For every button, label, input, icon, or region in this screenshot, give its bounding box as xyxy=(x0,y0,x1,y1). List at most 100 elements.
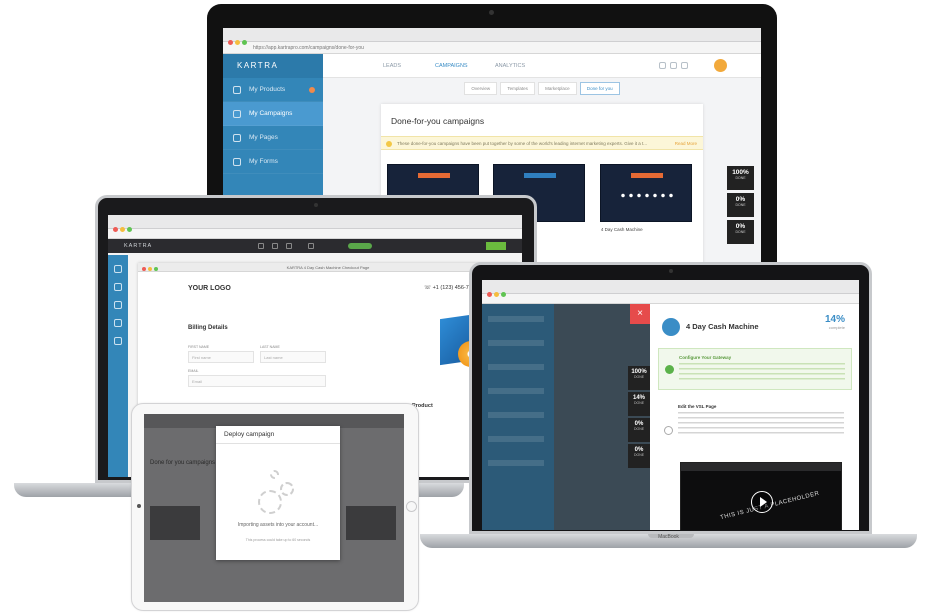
status-subtext: This process could take up to 60 seconds xyxy=(245,538,311,542)
gear-icon xyxy=(270,470,279,479)
image-icon[interactable] xyxy=(114,301,122,309)
tab-marketplace[interactable]: Marketplace xyxy=(538,82,577,95)
page-title: Done-for-you campaigns xyxy=(391,116,485,126)
sidebar-item-pages[interactable]: My Pages xyxy=(223,126,323,150)
settings-icon[interactable] xyxy=(659,62,666,69)
tag-icon xyxy=(233,86,241,94)
tab-done-for-you[interactable]: Done for you xyxy=(579,82,620,95)
step-configure-gateway[interactable]: Configure Your Gateway xyxy=(658,348,852,390)
avatar[interactable] xyxy=(714,59,727,72)
close-dot[interactable] xyxy=(113,227,118,232)
modal-title: Deploy campaign xyxy=(216,426,340,444)
progress-stat: 100% DONE xyxy=(727,166,754,190)
notification-badge xyxy=(309,87,315,93)
address-bar[interactable] xyxy=(482,294,859,304)
publish-button[interactable] xyxy=(486,242,506,250)
progress-stat: 0% DONE xyxy=(628,444,650,468)
ipad-device: Done for you campaigns Deploy campaign I… xyxy=(131,403,419,611)
laptop-right-device: × 4 Day Cash Machine 14% complete Configu… xyxy=(469,262,872,534)
progress-stat: 100% DONE xyxy=(628,366,650,390)
editor-sidebar xyxy=(108,255,128,477)
top-nav: LEADS CAMPAIGNS ANALYTICS xyxy=(323,54,761,78)
person-icon xyxy=(233,110,241,118)
campaign-thumbnail[interactable]: 4 Day Cash Machine xyxy=(599,164,692,232)
close-dot[interactable] xyxy=(228,40,233,45)
last-name-field[interactable]: Last name xyxy=(260,351,326,363)
device-mockup-stage: https://app.kartrapro.com/campaigns/done… xyxy=(0,0,941,616)
close-button[interactable]: × xyxy=(630,304,650,324)
redo-icon[interactable] xyxy=(272,243,278,249)
play-icon[interactable] xyxy=(751,491,773,513)
campaign-icon xyxy=(662,318,680,336)
minimize-dot[interactable] xyxy=(120,227,125,232)
progress-stat: 0% DONE xyxy=(727,220,754,244)
checkbox-icon xyxy=(233,158,241,166)
nav-campaigns[interactable]: CAMPAIGNS xyxy=(435,63,468,69)
background-page-title: Done for you campaigns xyxy=(150,460,216,466)
progress-stat: 14% DONE xyxy=(628,392,650,416)
browser-tabbar xyxy=(482,280,859,297)
home-button[interactable] xyxy=(406,501,417,512)
read-more-link[interactable]: Read More xyxy=(675,137,697,151)
nav-analytics[interactable]: ANALYTICS xyxy=(495,63,525,69)
gear-icon xyxy=(258,490,282,514)
laptop-right-screen: × 4 Day Cash Machine 14% complete Configu… xyxy=(482,280,859,530)
minimize-dot[interactable] xyxy=(235,40,240,45)
code-icon[interactable] xyxy=(114,337,122,345)
zoom-dot[interactable] xyxy=(501,292,506,297)
device-label: MacBook xyxy=(658,534,679,540)
address-bar[interactable] xyxy=(108,229,522,239)
progress-stat: 0% DONE xyxy=(628,418,650,442)
email-field[interactable]: Email xyxy=(188,375,326,387)
phone-icon: ☏ xyxy=(424,285,433,291)
ipad-screen: Done for you campaigns Deploy campaign I… xyxy=(144,414,404,602)
text-icon[interactable] xyxy=(114,283,122,291)
field-label: LAST NAME xyxy=(260,345,280,349)
deploy-campaign-modal: Deploy campaign Importing assets into yo… xyxy=(216,426,340,560)
laptop-right-base: MacBook xyxy=(420,534,917,548)
desktop-icon[interactable] xyxy=(286,243,292,249)
camera-dot xyxy=(137,504,141,508)
tab-overview[interactable]: Overview xyxy=(464,82,498,95)
window-titlebar: KARTRA 4 Day Cash Machine Checkout Page xyxy=(138,263,518,272)
close-dot[interactable] xyxy=(487,292,492,297)
your-logo: YOUR LOGO xyxy=(188,285,231,292)
toolbar-icons xyxy=(659,62,701,70)
sidebar-item-products[interactable]: My Products xyxy=(223,78,323,102)
bell-icon[interactable] xyxy=(670,62,677,69)
zoom-dot[interactable] xyxy=(127,227,132,232)
editor-toolbar: KARTRA xyxy=(108,239,522,253)
status-message: Importing assets into your account... xyxy=(237,522,319,528)
settings-icon[interactable] xyxy=(114,319,122,327)
mobile-icon[interactable] xyxy=(308,243,314,249)
progress-stat: 0% DONE xyxy=(727,193,754,217)
billing-heading: Billing Details xyxy=(188,325,228,331)
step-edit-vsl-page[interactable]: Edit the VSL Page xyxy=(658,398,852,458)
campaign-progress-panel: 4 Day Cash Machine 14% complete Configure… xyxy=(650,304,859,530)
camera-dot xyxy=(314,203,318,207)
page-icon xyxy=(233,134,241,142)
browser-tabbar xyxy=(223,28,761,45)
undo-icon[interactable] xyxy=(258,243,264,249)
toggle-switch[interactable] xyxy=(348,243,372,249)
dimmed-background xyxy=(482,304,657,530)
sidebar-item-forms[interactable]: My Forms xyxy=(223,150,323,174)
camera-dot xyxy=(489,10,494,15)
unchecked-icon xyxy=(664,426,673,435)
kartra-logo[interactable]: KARTRA xyxy=(223,54,323,78)
thumbnail-caption: 4 Day Cash Machine xyxy=(600,227,643,232)
kartra-logo[interactable]: KARTRA xyxy=(124,243,152,249)
layout-icon[interactable] xyxy=(114,265,122,273)
sidebar-item-campaigns[interactable]: My Campaigns xyxy=(223,102,323,126)
tab-templates[interactable]: Templates xyxy=(500,82,535,95)
mail-icon[interactable] xyxy=(681,62,688,69)
nav-leads[interactable]: LEADS xyxy=(383,63,401,69)
video-player[interactable]: THIS IS JUST A PLACEHOLDER xyxy=(680,462,842,530)
first-name-field[interactable]: First name xyxy=(188,351,254,363)
minimize-dot[interactable] xyxy=(494,292,499,297)
completion-percent: 14% complete xyxy=(824,314,845,330)
notice-banner: These done-for-you campaigns have been p… xyxy=(381,136,703,150)
field-label: EMAIL xyxy=(188,369,199,373)
zoom-dot[interactable] xyxy=(242,40,247,45)
address-bar[interactable]: https://app.kartrapro.com/campaigns/done… xyxy=(223,42,761,54)
